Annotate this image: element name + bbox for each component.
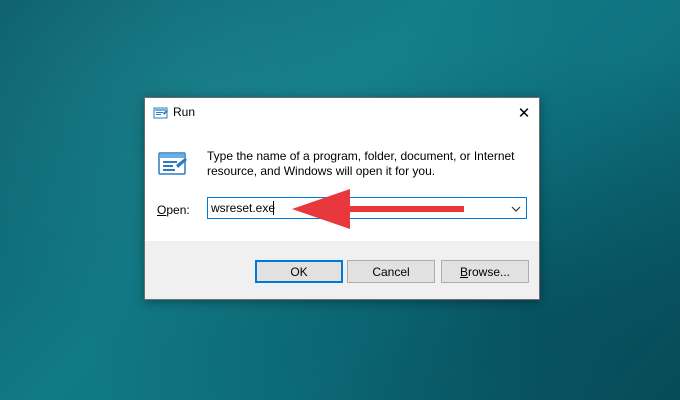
combo-dropdown-button[interactable]	[506, 198, 526, 218]
close-icon: ✕	[517, 105, 531, 122]
browse-rest: rowse...	[468, 264, 511, 279]
browse-button[interactable]: Browse...	[441, 260, 529, 283]
ok-button[interactable]: OK	[255, 260, 343, 283]
cancel-button[interactable]: Cancel	[347, 260, 435, 283]
red-arrow-shaft	[340, 206, 464, 212]
red-arrow-head	[292, 189, 350, 229]
open-label: Open:	[157, 203, 190, 217]
dialog-description: Type the name of a program, folder, docu…	[207, 149, 515, 178]
title-bar[interactable]: Run ✕	[145, 98, 539, 128]
run-icon	[153, 106, 169, 120]
dialog-footer: OK Cancel Browse...	[145, 241, 539, 299]
browse-accel: B	[459, 264, 468, 279]
dialog-title: Run	[173, 105, 196, 119]
red-arrow-icon	[292, 189, 464, 229]
open-label-rest: pen:	[166, 203, 190, 217]
run-icon-large	[157, 150, 189, 178]
open-label-accel: O	[157, 203, 167, 217]
close-button[interactable]: ✕	[509, 98, 539, 128]
text-caret	[273, 201, 274, 215]
chevron-down-icon	[511, 199, 521, 217]
